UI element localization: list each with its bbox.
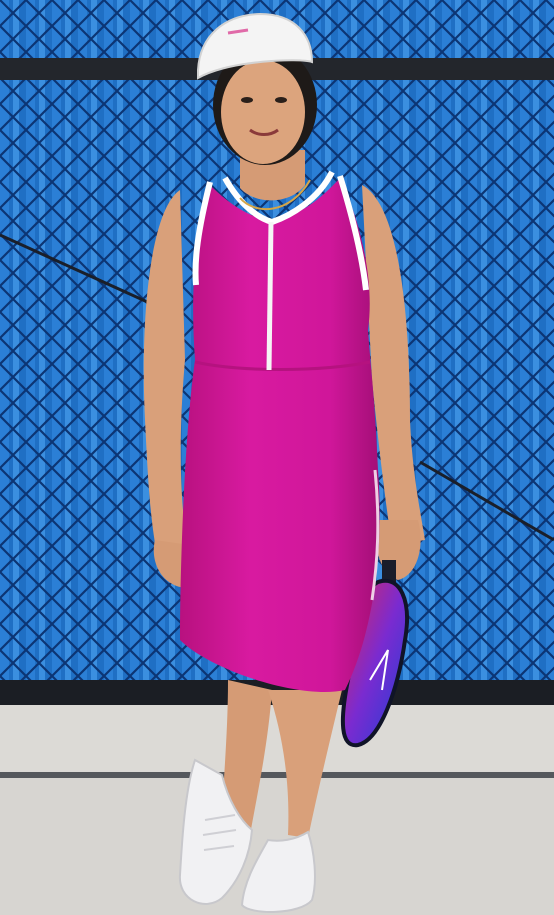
dress-body [180,178,380,692]
photo-illustration [0,0,554,915]
left-eye [241,97,253,103]
right-eye [275,97,287,103]
ground-crack-line [0,772,554,778]
face [221,60,305,164]
front-zipper [266,221,274,371]
photo-scene [0,0,554,915]
pink-tennis-dress [180,170,380,692]
